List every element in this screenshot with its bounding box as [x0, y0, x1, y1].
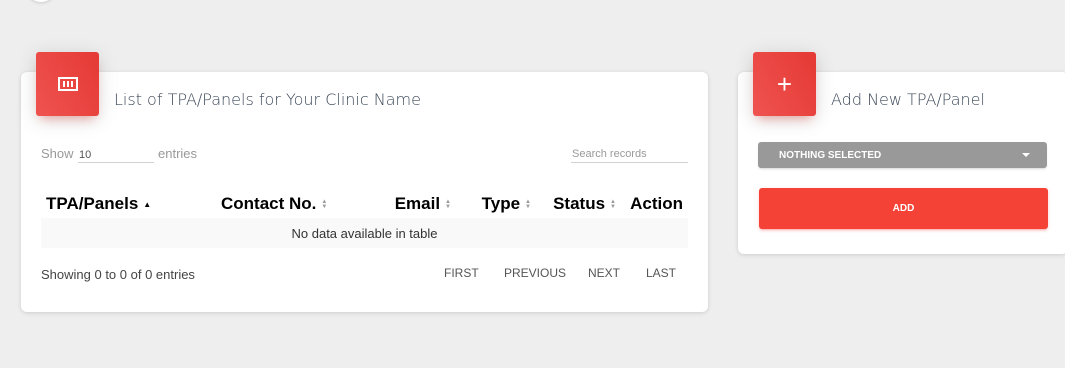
tpa-table: TPA/Panels ▲ Contact No. ▲ ▼ Email ▲ ▼ Type ▲ ▼…	[41, 190, 688, 248]
empty-row: No data available in table	[41, 218, 688, 248]
card-header-icon	[36, 52, 99, 116]
pagination-last[interactable]: LAST	[646, 266, 676, 280]
table-info: Showing 0 to 0 of 0 entries	[41, 267, 195, 282]
column-header-status[interactable]: Status ▲ ▼	[536, 190, 621, 218]
column-header-type[interactable]: Type ▲ ▼	[456, 190, 536, 218]
search-input[interactable]	[571, 146, 688, 163]
pagination-previous[interactable]: PREVIOUS	[504, 266, 566, 280]
plus-icon: +	[776, 69, 793, 99]
sort-both-icon: ▲ ▼	[525, 199, 531, 210]
page-length-input[interactable]	[78, 146, 154, 163]
sort-down-arrow: ▼	[610, 203, 616, 210]
column-header-contact-no[interactable]: Contact No. ▲ ▼	[216, 190, 366, 218]
add-card-title: Add New TPA/Panel	[831, 90, 985, 109]
add-button[interactable]: ADD	[759, 188, 1048, 229]
avatar-edge	[26, 0, 56, 2]
show-label: Show	[41, 146, 74, 161]
pagination-next[interactable]: NEXT	[588, 266, 620, 280]
empty-message: No data available in table	[41, 218, 688, 248]
entries-label: entries	[158, 146, 198, 161]
sort-down-arrow: ▼	[525, 203, 531, 210]
sort-both-icon: ▲ ▼	[445, 199, 451, 210]
column-header-action: Action	[630, 194, 683, 213]
sort-both-icon: ▲ ▼	[610, 199, 616, 210]
pagination-first[interactable]: FIRST	[444, 266, 479, 280]
table-header-row: TPA/Panels ▲ Contact No. ▲ ▼ Email ▲ ▼ Type ▲ ▼…	[41, 190, 688, 218]
list-card-title: List of TPA/Panels for Your Clinic Name	[114, 90, 421, 109]
table-icon	[57, 77, 78, 91]
card-header-icon: +	[753, 52, 816, 116]
select-value: NOTHING SELECTED	[779, 149, 882, 161]
sort-down-arrow: ▼	[321, 203, 328, 210]
tpa-select-dropdown[interactable]: NOTHING SELECTED	[758, 142, 1047, 168]
sort-asc-icon: ▲	[143, 200, 152, 210]
column-header-email[interactable]: Email ▲ ▼	[366, 190, 456, 218]
sort-both-icon: ▲ ▼	[321, 199, 328, 210]
sort-down-arrow: ▼	[445, 203, 451, 210]
chevron-down-icon	[1022, 153, 1030, 157]
column-header-tpa-panels[interactable]: TPA/Panels ▲	[41, 190, 216, 218]
add-button-label: ADD	[892, 203, 915, 214]
